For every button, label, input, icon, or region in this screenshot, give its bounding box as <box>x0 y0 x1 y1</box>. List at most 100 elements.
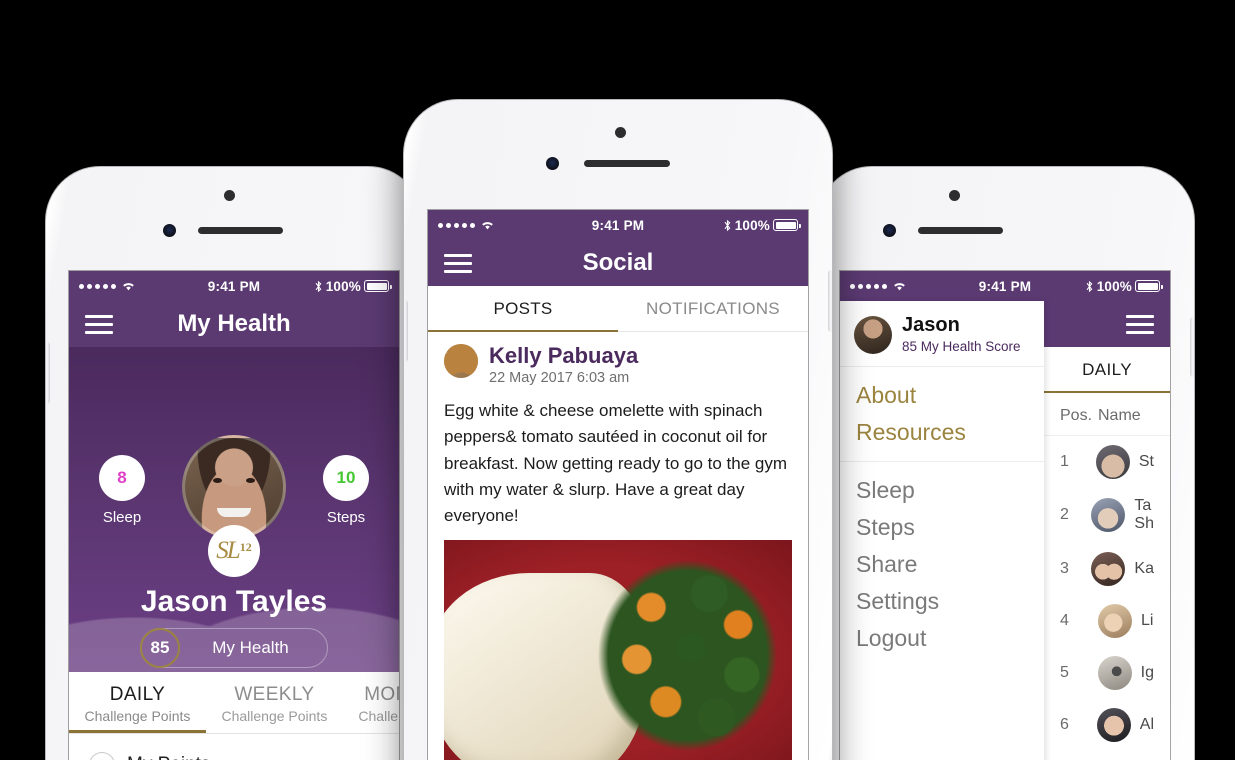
row-position: 6 <box>1060 715 1069 733</box>
leaderboard-panel: DAILY Pos. Name 1 St 2 Ta Sh 3 Ka 4 Li 5… <box>1044 347 1170 760</box>
row-position: 5 <box>1060 663 1069 681</box>
status-bar: 9:41 PM 100% <box>69 271 399 301</box>
power-button[interactable] <box>828 270 832 332</box>
post-card: Kelly Pabuaya 22 May 2017 6:03 am Egg wh… <box>428 332 808 760</box>
battery-icon <box>1135 280 1164 292</box>
health-score-pill[interactable]: 85 My Health <box>140 628 328 668</box>
status-time: 9:41 PM <box>591 217 645 233</box>
level-badge[interactable]: SL 12 <box>208 525 260 577</box>
table-row[interactable]: 5 Ig <box>1044 647 1170 699</box>
volume-button[interactable] <box>46 342 50 404</box>
avatar <box>854 315 892 354</box>
hamburger-icon[interactable] <box>444 253 472 273</box>
row-name: Ig <box>1140 663 1154 681</box>
status-bar: 9:41 PM 100% <box>840 271 1170 301</box>
hamburger-icon[interactable] <box>1126 314 1154 334</box>
tab-monthly-title: MONTHLY <box>364 684 399 705</box>
power-button[interactable] <box>1190 317 1194 377</box>
tab-daily-subtitle: Challenge Points <box>84 708 191 724</box>
post-header: Kelly Pabuaya 22 May 2017 6:03 am <box>444 344 792 386</box>
avatar-eye-right <box>246 478 255 483</box>
phone-left: 9:41 PM 100% My Health 8 Sleep 10 Steps … <box>46 167 422 760</box>
row-name: Ta Sh <box>1134 497 1154 533</box>
row-name: St <box>1138 452 1154 470</box>
row-name: Al <box>1139 715 1154 733</box>
my-points-row[interactable]: ★ My Points <box>69 734 399 760</box>
tab-weekly[interactable]: WEEKLY Challenge Points <box>206 672 343 733</box>
tab-daily-title: DAILY <box>109 684 166 705</box>
drawer-item-logout[interactable]: Logout <box>840 620 1044 657</box>
avatar[interactable] <box>444 344 478 378</box>
badge-level: 12 <box>239 539 252 554</box>
front-camera-icon <box>949 190 960 201</box>
earpiece-speaker <box>918 227 1003 234</box>
table-row[interactable]: 7 M <box>1044 751 1170 760</box>
tab-monthly[interactable]: MONTHLY Challenge Points <box>343 672 399 733</box>
tab-daily[interactable]: DAILY Challenge Points <box>69 672 206 733</box>
post-timestamp: 22 May 2017 6:03 am <box>489 370 630 387</box>
bluetooth-icon <box>315 280 322 292</box>
table-row[interactable]: 6 Al <box>1044 699 1170 751</box>
drawer-item-steps[interactable]: Steps <box>840 509 1044 546</box>
phone-left-screen: 9:41 PM 100% My Health 8 Sleep 10 Steps … <box>69 271 399 760</box>
drawer-and-leaderboard: Jason 85 My Health Score About Resources… <box>840 301 1170 760</box>
tab-daily-label: DAILY <box>1082 360 1132 379</box>
battery-percent: 100% <box>734 217 771 233</box>
earpiece-speaker <box>584 160 670 167</box>
column-name: Name <box>1098 407 1141 424</box>
post-author[interactable]: Kelly Pabuaya <box>489 344 638 367</box>
phone-right-screen: 9:41 PM 100% Jason 85 My Health Score Ab… <box>840 271 1170 760</box>
table-row[interactable]: 4 Li <box>1044 595 1170 647</box>
phone-right: 9:41 PM 100% Jason 85 My Health Score Ab… <box>818 167 1194 760</box>
drawer-primary-group: About Resources <box>840 367 1044 461</box>
battery-icon <box>773 219 802 231</box>
column-position: Pos. <box>1060 407 1093 424</box>
tab-weekly-title: WEEKLY <box>234 684 315 705</box>
bluetooth-icon <box>724 219 731 231</box>
navigation-drawer: Jason 85 My Health Score About Resources… <box>840 301 1044 760</box>
drawer-item-settings[interactable]: Settings <box>840 583 1044 620</box>
health-score-label: My Health <box>212 638 289 657</box>
tab-posts[interactable]: POSTS <box>428 286 618 332</box>
stat-sleep-value[interactable]: 8 <box>99 455 145 501</box>
stat-steps-value[interactable]: 10 <box>323 455 369 501</box>
drawer-header[interactable]: Jason 85 My Health Score <box>840 301 1044 367</box>
drawer-item-about[interactable]: About <box>840 377 1044 414</box>
table-row[interactable]: 1 St <box>1044 436 1170 488</box>
row-position: 1 <box>1060 453 1069 470</box>
drawer-item-resources[interactable]: Resources <box>840 414 1044 451</box>
health-score-value: 85 <box>140 628 180 668</box>
battery-percent: 100% <box>1096 278 1133 294</box>
status-time: 9:41 PM <box>978 278 1032 294</box>
bluetooth-icon <box>1086 280 1093 292</box>
hamburger-icon[interactable] <box>85 314 113 334</box>
stat-steps-label: Steps <box>326 509 366 526</box>
table-row[interactable]: 2 Ta Sh <box>1044 488 1170 543</box>
drawer-user-score: 85 My Health Score <box>902 339 1021 354</box>
phone-center: 9:41 PM 100% Social POSTS NOTIFICATIONS <box>404 100 832 760</box>
health-hero: 8 Sleep 10 Steps SL 12 Jason Tayles 85 M… <box>69 347 399 672</box>
leaderboard-header: Pos. Name <box>1044 393 1170 436</box>
post-photo[interactable] <box>444 539 792 760</box>
star-icon: ★ <box>89 752 115 760</box>
drawer-user-name: Jason <box>902 314 960 336</box>
status-right: 100% <box>260 279 393 294</box>
proximity-sensor-icon <box>546 157 559 170</box>
volume-button[interactable] <box>404 300 408 362</box>
left-navbar: My Health <box>69 301 399 347</box>
drawer-item-share[interactable]: Share <box>840 546 1044 583</box>
drawer-item-sleep[interactable]: Sleep <box>840 472 1044 509</box>
row-name: Li <box>1141 611 1154 629</box>
avatar[interactable] <box>182 435 286 539</box>
avatar <box>1091 498 1126 533</box>
row-position: 2 <box>1060 506 1069 524</box>
signal-dots-icon <box>438 222 475 228</box>
wifi-icon <box>482 222 493 230</box>
center-navbar: Social <box>428 240 808 286</box>
tab-daily[interactable]: DAILY <box>1044 347 1170 393</box>
tab-notifications[interactable]: NOTIFICATIONS <box>618 286 808 331</box>
my-points-label: My Points <box>127 754 210 760</box>
page-title: My Health <box>177 310 291 337</box>
status-left <box>438 219 592 231</box>
table-row[interactable]: 3 Ka <box>1044 543 1170 595</box>
